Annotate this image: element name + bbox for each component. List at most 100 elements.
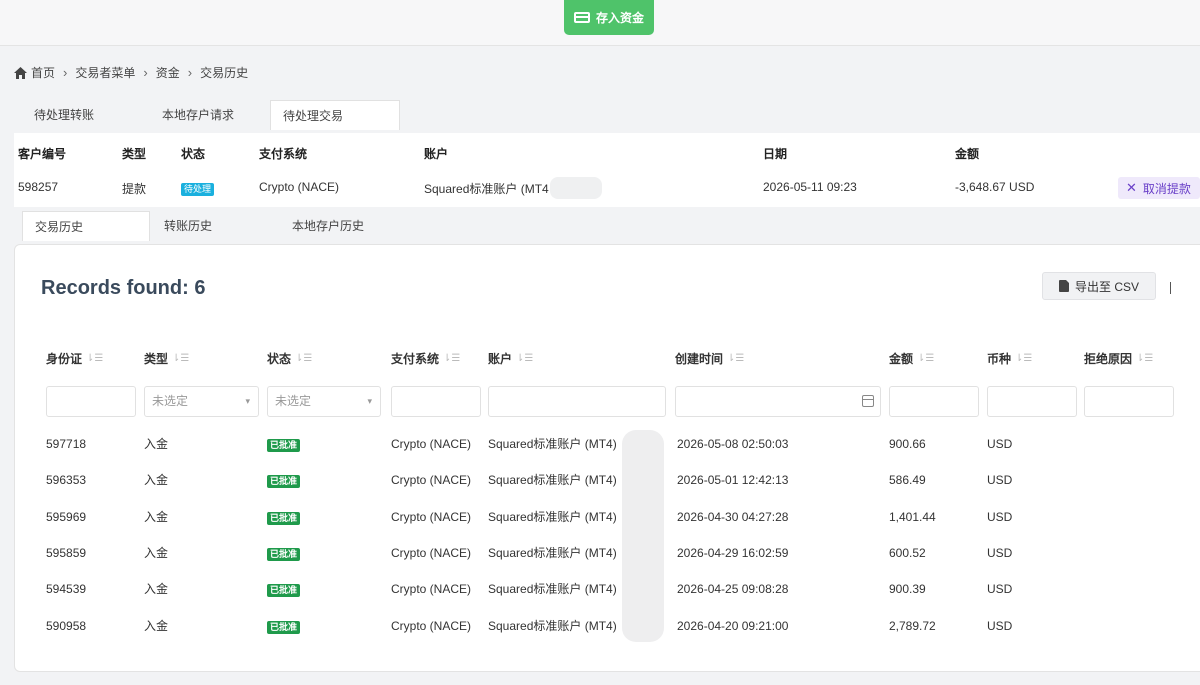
col-head-created[interactable]: 创建时间 ⇂☰ xyxy=(675,350,744,367)
pending-type: 提款 xyxy=(122,182,147,196)
status-badge: 已批准 xyxy=(267,439,301,452)
row-created-time: 2026-04-25 09:08:28 xyxy=(677,582,789,597)
cancel-withdrawal-button[interactable]: ✕ 取消提款 xyxy=(1118,177,1200,199)
chevron-right-icon: › xyxy=(187,65,193,80)
row-account-link[interactable]: Squared标准账户 (MT4) xyxy=(488,608,617,644)
col-head-payment-label: 支付系统 xyxy=(391,352,440,366)
col-head-type-label: 类型 xyxy=(144,352,169,366)
tab-local-depositor-history[interactable]: 本地存户历史 xyxy=(278,211,408,241)
filter-reject-reason-input[interactable] xyxy=(1084,386,1174,417)
filter-payment-input[interactable] xyxy=(391,386,481,417)
row-amount: 1,401.44 xyxy=(889,509,936,524)
col-head-reject-reason[interactable]: 拒绝原因 ⇂☰ xyxy=(1084,350,1153,367)
row-currency: USD xyxy=(987,509,1013,524)
filter-currency-input[interactable] xyxy=(987,386,1077,417)
close-icon: ✕ xyxy=(1126,180,1137,195)
status-badge: 已批准 xyxy=(267,511,301,525)
table-row: 595859 入金 已批准 Crypto (NACE) Squared标准账户 (MT4… xyxy=(15,535,1200,571)
tab-pending-transactions[interactable]: 待处理交易 xyxy=(270,100,400,130)
row-currency: USD xyxy=(987,618,1013,633)
row-account-link[interactable]: Squared标准账户 (MT4) xyxy=(488,535,617,571)
col-amount: 金额 xyxy=(955,147,980,161)
col-head-created-label: 创建时间 xyxy=(675,352,724,366)
col-head-id-label: 身份证 xyxy=(46,352,83,366)
col-head-payment[interactable]: 支付系统 ⇂☰ xyxy=(391,350,460,367)
chevron-right-icon: › xyxy=(63,65,68,80)
col-status: 状态 xyxy=(181,147,206,161)
col-head-account[interactable]: 账户 ⇂☰ xyxy=(488,350,533,367)
calendar-icon xyxy=(862,395,874,407)
row-account-link[interactable]: Squared标准账户 (MT4) xyxy=(488,499,617,535)
row-account-link[interactable]: Squared标准账户 (MT4) xyxy=(488,462,617,498)
col-head-status[interactable]: 状态 ⇂☰ xyxy=(267,350,312,367)
sort-icon: ⇂☰ xyxy=(295,353,313,364)
tab-local-depositor-requests[interactable]: 本地存户请求 xyxy=(142,100,270,130)
redacted-area xyxy=(550,177,602,199)
filter-id-input[interactable] xyxy=(46,386,136,417)
pending-tabs: 待处理转账 本地存户请求 待处理交易 xyxy=(14,100,400,130)
pending-account-link[interactable]: Squared标准账户 (MT4 xyxy=(424,180,549,197)
pending-payment-system: Crypto (NACE) xyxy=(259,180,340,194)
tab-pending-transfers[interactable]: 待处理转账 xyxy=(14,100,142,130)
filter-type-select[interactable]: 未选定 ▾ xyxy=(144,386,259,417)
breadcrumb-home[interactable]: 首页 xyxy=(31,64,55,81)
table-row: 590958 入金 已批准 Crypto (NACE) Squared标准账户 (MT4… xyxy=(15,608,1200,644)
breadcrumb-funds[interactable]: 资金 xyxy=(156,64,180,81)
row-created-time: 2026-05-01 12:42:13 xyxy=(677,473,789,488)
export-csv-label: 导出至 CSV xyxy=(1074,279,1139,294)
row-created-time: 2026-04-29 16:02:59 xyxy=(677,545,789,560)
row-type: 入金 xyxy=(144,545,169,560)
sort-icon: ⇂☰ xyxy=(172,353,190,364)
col-head-type[interactable]: 类型 ⇂☰ xyxy=(144,350,189,367)
deposit-funds-label: 存入资金 xyxy=(595,11,644,25)
row-account-link[interactable]: Squared标准账户 (MT4) xyxy=(488,426,617,462)
row-amount: 600.52 xyxy=(889,545,926,560)
export-csv-button[interactable]: 导出至 CSV xyxy=(1042,272,1156,300)
row-type: 入金 xyxy=(144,473,169,488)
row-currency: USD xyxy=(987,437,1013,451)
redacted-area xyxy=(622,430,664,642)
history-panel: Records found: 6 导出至 CSV 身份证 ⇂☰ 类型 ⇂☰ 状态 ⇂☰… xyxy=(14,244,1200,672)
filter-account-input[interactable] xyxy=(488,386,666,417)
breadcrumb-trader-menu[interactable]: 交易者菜单 xyxy=(75,64,135,81)
status-badge: 已批准 xyxy=(267,620,301,634)
row-id: 597718 xyxy=(46,437,87,451)
row-id: 594539 xyxy=(46,582,87,597)
col-head-id[interactable]: 身份证 ⇂☰ xyxy=(46,350,103,367)
home-icon[interactable] xyxy=(14,66,27,79)
sort-icon: ⇂☰ xyxy=(516,353,534,364)
status-badge: 已批准 xyxy=(267,547,301,561)
filter-status-select[interactable]: 未选定 ▾ xyxy=(267,386,381,417)
col-head-amount[interactable]: 金额 ⇂☰ xyxy=(889,350,934,367)
sort-icon: ⇂☰ xyxy=(1136,353,1154,364)
status-badge: 待处理 xyxy=(181,183,215,196)
row-status: 已批准 xyxy=(267,608,301,644)
row-payment-system: Crypto (NACE) xyxy=(391,545,472,560)
status-badge: 已批准 xyxy=(267,584,301,598)
table-row: 595969 入金 已批准 Crypto (NACE) Squared标准账户 (MT4… xyxy=(15,499,1200,535)
col-account: 账户 xyxy=(424,147,449,161)
row-payment-system: Crypto (NACE) xyxy=(391,473,472,488)
row-status: 已批准 xyxy=(267,462,301,498)
tab-trade-history[interactable]: 交易历史 xyxy=(22,211,150,241)
filter-amount-input[interactable] xyxy=(889,386,979,417)
col-head-currency[interactable]: 币种 ⇂☰ xyxy=(987,350,1032,367)
col-head-status-label: 状态 xyxy=(267,352,292,366)
pending-transactions-table: 客户编号 类型 状态 支付系统 账户 日期 金额 598257 提款 待处理 C… xyxy=(14,133,1200,207)
row-account-link[interactable]: Squared标准账户 (MT4) xyxy=(488,571,617,607)
chevron-down-icon: ▾ xyxy=(367,396,372,406)
deposit-funds-button[interactable]: 存入资金 xyxy=(564,0,654,35)
row-amount: 586.49 xyxy=(889,473,926,488)
row-status: 已批准 xyxy=(267,535,301,571)
tab-transfer-history[interactable]: 转账历史 xyxy=(150,211,278,241)
row-payment-system: Crypto (NACE) xyxy=(391,582,472,597)
filter-created-date-input[interactable] xyxy=(675,386,881,417)
row-created-time: 2026-05-08 02:50:03 xyxy=(677,437,789,451)
row-type: 入金 xyxy=(144,582,169,597)
table-row: 596353 入金 已批准 Crypto (NACE) Squared标准账户 (MT4… xyxy=(15,462,1200,498)
sort-icon: ⇂☰ xyxy=(727,353,745,364)
col-head-amount-label: 金额 xyxy=(889,352,914,366)
row-amount: 900.66 xyxy=(889,437,926,451)
chevron-right-icon: › xyxy=(143,65,148,80)
row-id: 595859 xyxy=(46,545,87,560)
